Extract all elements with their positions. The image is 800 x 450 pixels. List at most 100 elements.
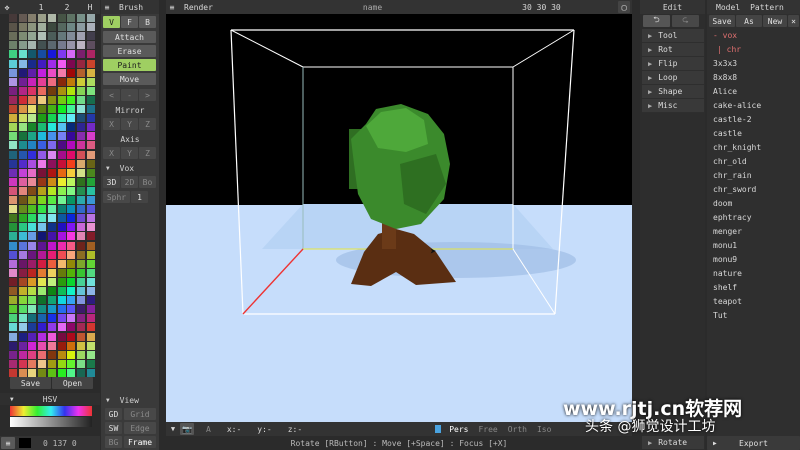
palette-swatch[interactable] [18, 323, 27, 332]
palette-swatch[interactable] [47, 123, 56, 132]
palette-swatch[interactable] [18, 250, 27, 259]
palette-swatch[interactable] [76, 196, 85, 204]
palette-swatch[interactable] [28, 105, 37, 113]
menu-shape[interactable]: ▶ Shape [642, 85, 704, 99]
palette-swatch[interactable] [67, 186, 76, 195]
palette-open-button[interactable]: Open [52, 377, 93, 389]
palette-swatch[interactable] [18, 141, 27, 150]
palette-swatch[interactable] [18, 277, 27, 286]
palette-swatch[interactable] [76, 223, 85, 232]
palette-swatch[interactable] [38, 196, 47, 204]
palette-swatch[interactable] [67, 77, 76, 86]
file-item[interactable]: doom [707, 197, 800, 211]
palette-swatch[interactable] [67, 32, 76, 41]
view-mode-orth[interactable]: Orth [508, 425, 527, 434]
palette-swatch[interactable] [47, 305, 56, 314]
hue-slider[interactable] [10, 406, 92, 416]
palette-swatch[interactable] [76, 232, 85, 241]
file-item[interactable]: castle [707, 127, 800, 141]
model-name-field[interactable]: name [363, 3, 382, 12]
palette-swatch[interactable] [28, 223, 37, 232]
voxel-scene[interactable] [166, 14, 632, 422]
palette-swatch[interactable] [67, 50, 76, 59]
palette-swatch[interactable] [18, 41, 27, 50]
menu-loop[interactable]: ▶ Loop [642, 71, 704, 85]
palette-swatch[interactable] [47, 114, 56, 123]
palette-swatch[interactable] [57, 259, 66, 268]
palette-swatch[interactable] [57, 68, 66, 77]
palette-swatch[interactable] [67, 332, 76, 341]
palette-swatch[interactable] [76, 32, 85, 41]
next-arrow-button[interactable]: > [139, 89, 156, 101]
palette-swatch[interactable] [28, 150, 37, 159]
palette-swatch[interactable] [67, 223, 76, 232]
palette-swatch[interactable] [38, 105, 47, 113]
palette-save-button[interactable]: Save [10, 377, 51, 389]
palette-swatch[interactable] [47, 287, 56, 295]
palette-swatch[interactable] [57, 59, 66, 68]
palette-swatch[interactable] [18, 86, 27, 95]
palette-swatch[interactable] [67, 132, 76, 141]
palette-swatch[interactable] [47, 277, 56, 286]
palette-swatch[interactable] [38, 50, 47, 59]
file-save-as-button[interactable]: As [736, 15, 762, 27]
palette-swatch[interactable] [9, 114, 17, 123]
palette-swatch[interactable] [47, 14, 56, 22]
palette-swatch[interactable] [57, 287, 66, 295]
move-icon[interactable]: ✥ [0, 3, 14, 12]
palette-swatch[interactable] [76, 332, 85, 341]
palette-swatch[interactable] [28, 205, 37, 214]
palette-swatch[interactable] [67, 250, 76, 259]
axis-a-toggle[interactable]: A [206, 425, 211, 434]
palette-swatch[interactable] [76, 123, 85, 132]
palette-swatch[interactable] [38, 250, 47, 259]
file-item[interactable]: nature [707, 267, 800, 281]
mirror-x-button[interactable]: X [103, 118, 120, 130]
palette-swatch[interactable] [28, 86, 37, 95]
palette-swatch[interactable] [9, 205, 17, 214]
palette-swatch[interactable] [67, 159, 76, 168]
palette-swatch[interactable] [38, 123, 47, 132]
mode-f-button[interactable]: F [121, 16, 138, 28]
palette-swatch[interactable] [9, 350, 17, 359]
palette-swatch[interactable] [9, 50, 17, 59]
palette-swatch[interactable] [67, 214, 76, 223]
palette-swatch[interactable] [28, 186, 37, 195]
palette-swatch[interactable] [76, 305, 85, 314]
palette-swatch[interactable] [86, 32, 95, 41]
palette-swatch[interactable] [38, 268, 47, 277]
palette-swatch[interactable] [38, 368, 47, 377]
palette-swatch[interactable] [57, 305, 66, 314]
palette-tab-1[interactable]: 1 [28, 3, 54, 12]
frame-toggle-short[interactable]: BG [105, 436, 122, 448]
palette-swatch[interactable] [76, 68, 85, 77]
tree-chr[interactable]: | chr [707, 43, 800, 57]
palette-swatch[interactable] [86, 323, 95, 332]
palette-swatch[interactable] [47, 296, 56, 305]
palette-swatch[interactable] [76, 50, 85, 59]
palette-swatch[interactable] [67, 241, 76, 250]
file-item[interactable]: chr_rain [707, 169, 800, 183]
palette-swatch[interactable] [9, 150, 17, 159]
palette-swatch[interactable] [28, 196, 37, 204]
palette-swatch[interactable] [86, 296, 95, 305]
palette-swatch[interactable] [38, 296, 47, 305]
palette-swatch[interactable] [28, 141, 37, 150]
palette-swatch[interactable] [86, 250, 95, 259]
palette-swatch[interactable] [47, 141, 56, 150]
palette-swatch[interactable] [38, 168, 47, 177]
palette-swatch[interactable] [9, 341, 17, 350]
palette-swatch[interactable] [38, 150, 47, 159]
palette-swatch[interactable] [67, 359, 76, 368]
file-item[interactable]: chr_old [707, 155, 800, 169]
palette-swatch[interactable] [9, 296, 17, 305]
palette-swatch[interactable] [18, 350, 27, 359]
palette-swatch[interactable] [57, 250, 66, 259]
palette-swatch[interactable] [47, 23, 56, 32]
palette-swatch[interactable] [76, 214, 85, 223]
palette-swatch[interactable] [47, 50, 56, 59]
palette-swatch[interactable] [47, 223, 56, 232]
palette-swatch[interactable] [47, 77, 56, 86]
palette-swatch[interactable] [67, 114, 76, 123]
palette-swatch[interactable] [57, 95, 66, 104]
